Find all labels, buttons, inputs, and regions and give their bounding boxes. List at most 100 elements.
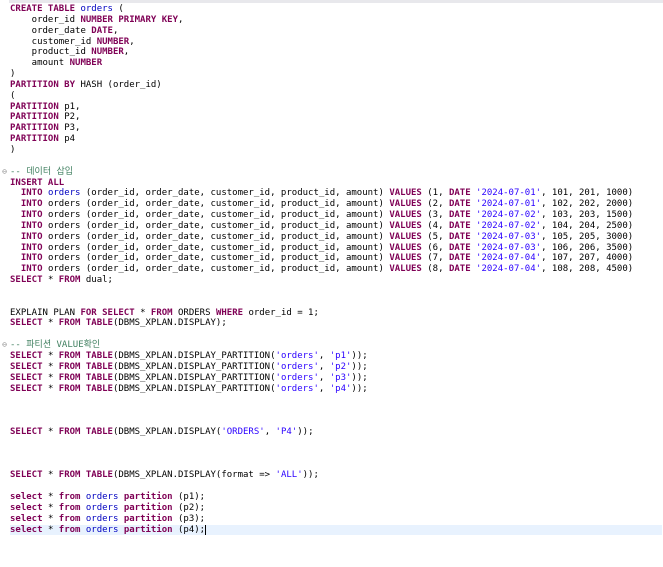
code-line[interactable] xyxy=(10,405,662,416)
code-token: customer_id xyxy=(10,36,97,47)
code-line[interactable]: INTO orders (order_id, order_date, custo… xyxy=(10,210,662,221)
code-token: VALUES xyxy=(389,231,428,242)
code-line[interactable]: order_id NUMBER PRIMARY KEY, xyxy=(10,15,662,26)
code-line[interactable] xyxy=(10,394,662,405)
code-token: '2024-07-01' xyxy=(476,199,542,210)
code-line[interactable] xyxy=(10,297,662,308)
code-token: DATE xyxy=(448,188,477,199)
code-line[interactable]: SELECT * FROM TABLE(DBMS_XPLAN.DISPLAY_P… xyxy=(10,373,662,384)
code-token: DATE xyxy=(448,242,477,253)
code-line[interactable]: INTO orders (order_id, order_date, custo… xyxy=(10,221,662,232)
code-token: * xyxy=(47,351,59,361)
sql-editor[interactable]: CREATE TABLE orders ( order_id NUMBER PR… xyxy=(0,0,663,567)
code-line[interactable]: ( xyxy=(10,91,662,102)
code-token: HASH (order_id) xyxy=(80,79,162,90)
code-token: FROM xyxy=(150,307,178,318)
code-line[interactable]: INTO orders (order_id, order_date, custo… xyxy=(10,188,662,199)
code-line[interactable] xyxy=(10,156,662,167)
code-token: , 104, 204, 2500) xyxy=(541,220,634,231)
code-line[interactable]: CREATE TABLE orders ( xyxy=(10,4,662,15)
code-token: VALUES xyxy=(389,242,428,253)
code-line[interactable]: ⊖ -- 데이터 삽입 xyxy=(2,167,662,178)
code-line[interactable]: SELECT * FROM TABLE(DBMS_XPLAN.DISPLAY_P… xyxy=(10,351,662,362)
code-line[interactable]: PARTITION BY HASH (order_id) xyxy=(10,80,662,91)
code-line[interactable] xyxy=(10,449,662,460)
code-token: , xyxy=(318,383,330,394)
code-token: )); xyxy=(297,426,314,437)
code-token: , 101, 201, 1000) xyxy=(541,188,634,199)
fold-toggle-icon[interactable]: ⊖ xyxy=(0,340,9,351)
code-line-current[interactable]: select * from orders partition (p4); xyxy=(10,524,662,536)
code-token: SELECT xyxy=(10,361,48,372)
code-token: orders (order_id, order_date, customer_i… xyxy=(47,231,390,242)
code-line[interactable]: PARTITION p1, xyxy=(10,102,662,113)
code-line[interactable]: product_id NUMBER, xyxy=(10,47,662,58)
code-token: VALUES xyxy=(389,188,428,199)
code-token: (p1); xyxy=(178,491,206,502)
code-line[interactable]: ) xyxy=(10,145,662,156)
code-line[interactable]: ) xyxy=(10,69,662,80)
code-token: * xyxy=(47,383,59,394)
code-line[interactable]: INSERT ALL xyxy=(10,178,662,189)
code-line[interactable]: SELECT * FROM TABLE(DBMS_XPLAN.DISPLAY_P… xyxy=(10,384,662,395)
code-token: orders xyxy=(85,502,124,513)
code-line[interactable]: SELECT * FROM dual; xyxy=(10,275,662,286)
code-token: TABLE xyxy=(85,383,113,394)
code-token: (DBMS_XPLAN.DISPLAY_PARTITION( xyxy=(112,361,276,372)
code-token: * xyxy=(47,470,59,481)
code-token: SELECT xyxy=(10,318,48,329)
code-token: )); xyxy=(302,470,319,481)
code-line[interactable]: SELECT * FROM TABLE(DBMS_XPLAN.DISPLAY_P… xyxy=(10,362,662,373)
code-line[interactable]: SELECT * FROM TABLE(DBMS_XPLAN.DISPLAY); xyxy=(10,318,662,329)
code-line[interactable]: INTO orders (order_id, order_date, custo… xyxy=(10,253,662,264)
code-token: (2, xyxy=(427,199,449,210)
code-line[interactable] xyxy=(10,286,662,297)
code-line[interactable] xyxy=(10,481,662,492)
code-line[interactable]: PARTITION P2, xyxy=(10,112,662,123)
code-token: , xyxy=(318,351,330,361)
code-line[interactable]: PARTITION P3, xyxy=(10,123,662,134)
code-token: NUMBER xyxy=(91,47,124,58)
code-line[interactable]: INTO orders (order_id, order_date, custo… xyxy=(10,199,662,210)
code-line[interactable]: INTO orders (order_id, order_date, custo… xyxy=(10,232,662,243)
code-line[interactable] xyxy=(10,416,662,427)
code-line[interactable]: select * from orders partition (p3); xyxy=(10,514,662,525)
code-line[interactable]: ⊖ -- 파티션 VALUE확인 xyxy=(2,340,662,351)
code-token: * xyxy=(47,524,59,535)
code-line[interactable]: customer_id NUMBER, xyxy=(10,37,662,48)
code-line[interactable] xyxy=(10,438,662,449)
code-token: FOR SELECT xyxy=(80,307,141,318)
code-token: 'orders' xyxy=(275,372,319,383)
code-line[interactable]: SELECT * FROM TABLE(DBMS_XPLAN.DISPLAY('… xyxy=(10,427,662,438)
code-line[interactable]: EXPLAIN PLAN FOR SELECT * FROM ORDERS WH… xyxy=(10,308,662,319)
code-token: DATE xyxy=(448,220,477,231)
code-line[interactable]: INTO orders (order_id, order_date, custo… xyxy=(10,264,662,275)
code-token: '2024-07-02' xyxy=(476,210,542,221)
code-token: TABLE xyxy=(85,372,113,383)
code-token: 'p4' xyxy=(329,383,352,394)
code-line[interactable]: INTO orders (order_id, order_date, custo… xyxy=(10,243,662,254)
code-token: partition xyxy=(123,513,178,524)
code-area[interactable]: CREATE TABLE orders ( order_id NUMBER PR… xyxy=(2,4,662,536)
code-token: (order_id, order_date, customer_id, prod… xyxy=(80,188,390,199)
code-line[interactable]: select * from orders partition (p1); xyxy=(10,492,662,503)
code-token: '2024-07-03' xyxy=(476,231,542,242)
code-line[interactable] xyxy=(10,459,662,470)
code-token: ) xyxy=(10,144,16,155)
code-token: TABLE xyxy=(85,351,113,361)
code-line[interactable]: select * from orders partition (p2); xyxy=(10,503,662,514)
code-token: * xyxy=(47,361,59,372)
code-line[interactable] xyxy=(10,329,662,340)
code-token: ( xyxy=(10,90,16,101)
code-line[interactable]: order_date DATE, xyxy=(10,26,662,37)
code-token: SELECT xyxy=(10,372,48,383)
code-token: INTO xyxy=(10,188,48,199)
code-token: , xyxy=(123,47,130,58)
code-token: SELECT xyxy=(10,470,48,481)
code-token: P2, xyxy=(64,112,81,123)
code-line[interactable]: SELECT * FROM TABLE(DBMS_XPLAN.DISPLAY(f… xyxy=(10,470,662,481)
fold-toggle-icon[interactable]: ⊖ xyxy=(0,167,9,178)
code-token: (DBMS_XPLAN.DISPLAY_PARTITION( xyxy=(112,351,276,361)
code-line[interactable]: amount NUMBER xyxy=(10,58,662,69)
code-line[interactable]: PARTITION p4 xyxy=(10,134,662,145)
